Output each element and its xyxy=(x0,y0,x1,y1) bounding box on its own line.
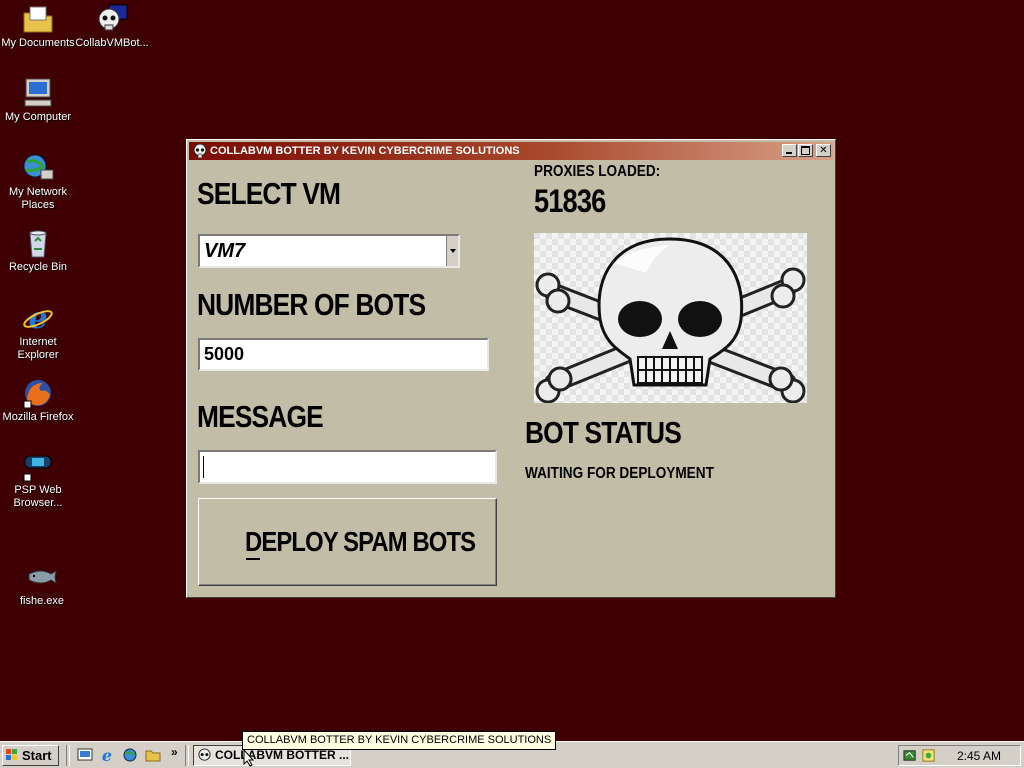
message-input[interactable] xyxy=(198,450,497,484)
ie-quicklaunch-icon[interactable]: e xyxy=(99,747,115,763)
desktop-icon-label: Internet Explorer xyxy=(17,336,59,361)
number-of-bots-input[interactable]: 5000 xyxy=(198,338,489,371)
svg-text:e: e xyxy=(102,747,112,763)
window-title: COLLABVM BOTTER BY KEVIN CYBERCRIME SOLU… xyxy=(210,145,520,157)
desktop-icon-fishe-exe[interactable]: fishe.exe xyxy=(4,561,80,608)
tray-app-icon[interactable] xyxy=(903,748,918,763)
desktop-icon-internet-explorer[interactable]: e Internet Explorer xyxy=(0,302,76,362)
minimize-icon xyxy=(786,152,792,154)
show-desktop-icon[interactable] xyxy=(77,747,93,763)
skull-crossbones-image xyxy=(534,233,807,403)
network-quicklaunch-icon[interactable] xyxy=(122,747,138,763)
taskbar-tooltip: COLLABVM BOTTER BY KEVIN CYBERCRIME SOLU… xyxy=(242,731,557,750)
tray-update-icon[interactable] xyxy=(921,748,936,763)
desktop-icon-label: CollabVMBot... xyxy=(75,37,149,49)
ie-icon: e xyxy=(23,302,53,334)
taskbar-separator xyxy=(185,745,189,766)
desktop-icon-my-documents[interactable]: My Documents xyxy=(0,3,76,50)
deploy-spam-bots-button[interactable]: DEPLOY SPAM BOTS xyxy=(198,498,497,586)
system-tray: 2:45 AM xyxy=(898,745,1021,766)
text-caret xyxy=(203,456,204,478)
quicklaunch-overflow-icon[interactable]: » xyxy=(171,745,178,759)
desktop-icon-label: My Documents xyxy=(1,37,75,49)
firefox-icon xyxy=(23,380,51,409)
taskbar-separator xyxy=(66,745,70,766)
skull-app-icon xyxy=(198,748,211,761)
proxies-loaded-label: PROXIES LOADED: xyxy=(534,163,661,180)
desktop-icon-label: fishe.exe xyxy=(19,595,65,607)
desktop-icon-label: Mozilla Firefox xyxy=(2,411,74,423)
mnemonic-underline xyxy=(246,558,260,560)
maximize-icon xyxy=(801,146,810,155)
mouse-cursor-icon xyxy=(243,749,255,767)
proxies-count: 51836 xyxy=(534,183,606,219)
desktop-icon-collabvmbot[interactable]: CollabVMBot... xyxy=(74,3,150,50)
deploy-button-label: DEPLOY SPAM BOTS xyxy=(245,526,476,557)
start-label: Start xyxy=(22,748,52,763)
windows-logo-icon xyxy=(6,749,17,760)
folder-quicklaunch-icon[interactable] xyxy=(145,747,161,763)
psp-icon xyxy=(23,455,52,482)
computer-icon xyxy=(24,78,52,107)
network-icon xyxy=(23,154,54,180)
vm-select-dropdown[interactable]: VM7 xyxy=(198,234,460,268)
fish-icon xyxy=(28,570,57,584)
desktop-icon-mozilla-firefox[interactable]: Mozilla Firefox xyxy=(0,377,76,424)
select-vm-label: SELECT VM xyxy=(197,176,341,211)
window-titlebar[interactable]: COLLABVM BOTTER BY KEVIN CYBERCRIME SOLU… xyxy=(189,142,833,160)
close-icon: ✕ xyxy=(819,145,828,156)
desktop-icon-label: PSP Web Browser... xyxy=(13,484,63,509)
chevron-down-icon xyxy=(450,249,456,253)
dropdown-arrow-button[interactable] xyxy=(446,236,458,266)
minimize-button[interactable] xyxy=(782,144,797,157)
skull-app-icon xyxy=(193,143,207,159)
message-label: MESSAGE xyxy=(197,399,324,434)
start-button[interactable]: Start xyxy=(2,745,59,766)
desktop-icon-recycle-bin[interactable]: Recycle Bin xyxy=(0,227,76,274)
recycle-bin-icon xyxy=(29,230,47,258)
desktop-icon-label: Recycle Bin xyxy=(8,261,68,273)
vm-selected-value: VM7 xyxy=(204,240,246,262)
clock[interactable]: 2:45 AM xyxy=(957,749,1001,763)
collabvm-botter-window: COLLABVM BOTTER BY KEVIN CYBERCRIME SOLU… xyxy=(186,139,836,598)
bot-status-value: WAITING FOR DEPLOYMENT xyxy=(525,465,714,482)
desktop-icon-my-computer[interactable]: My Computer xyxy=(0,77,76,124)
maximize-button[interactable] xyxy=(798,144,813,157)
desktop-icon-label: My Computer xyxy=(4,111,72,123)
desktop-icon-psp-web-browser[interactable]: PSP Web Browser... xyxy=(0,450,76,510)
close-button[interactable]: ✕ xyxy=(816,144,831,157)
skull-app-icon xyxy=(98,4,128,31)
number-of-bots-label: NUMBER OF BOTS xyxy=(197,287,426,322)
desktop-icon-label: My Network Places xyxy=(8,186,68,211)
desktop-icon-my-network-places[interactable]: My Network Places xyxy=(0,152,76,212)
bot-status-label: BOT STATUS xyxy=(525,415,682,450)
folder-documents-icon xyxy=(23,6,53,33)
